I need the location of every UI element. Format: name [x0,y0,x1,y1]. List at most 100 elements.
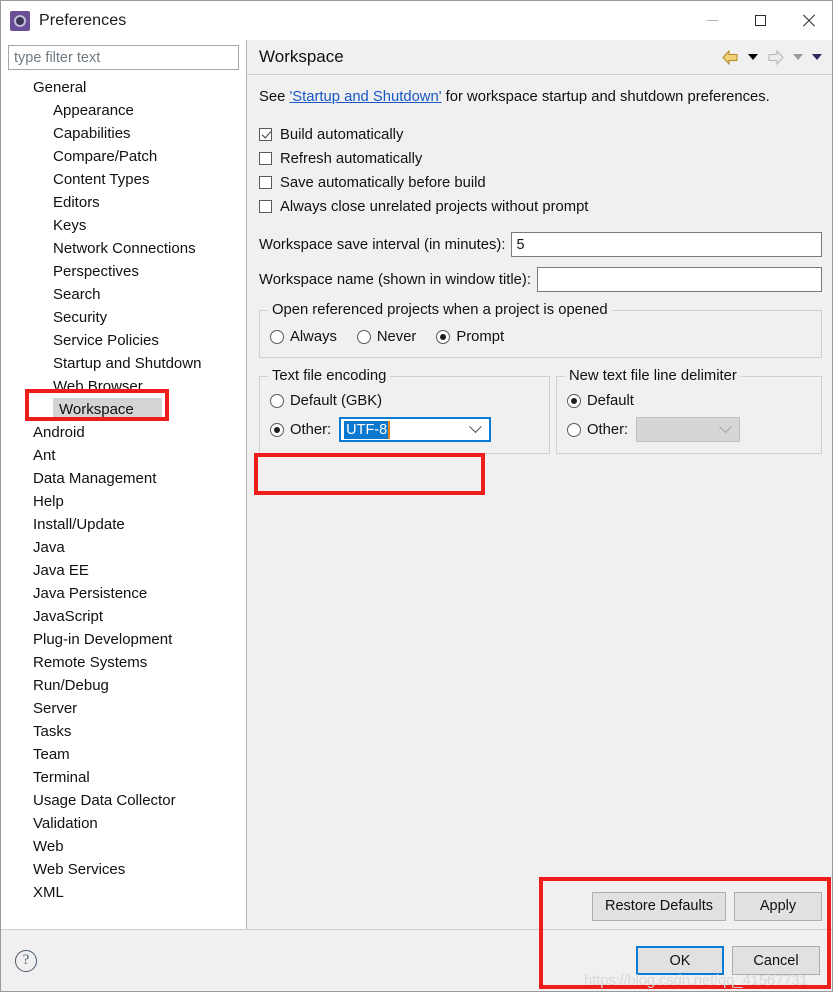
chevron-down-icon [469,420,482,434]
delimiter-other-row[interactable]: Other: [567,417,811,442]
restore-defaults-button[interactable]: Restore Defaults [592,891,726,921]
sidebar-item-web[interactable]: Web [1,835,246,858]
sidebar-item-search[interactable]: Search [1,283,246,306]
view-menu-button[interactable] [809,52,825,62]
field-list: Workspace save interval (in minutes): Wor… [259,232,822,292]
sidebar-item-java-persistence[interactable]: Java Persistence [1,582,246,605]
forward-button[interactable] [764,48,787,67]
page-body: See 'Startup and Shutdown' for workspace… [247,75,832,883]
back-history-button[interactable] [745,52,761,62]
delimiter-default-label: Default [587,392,634,409]
back-button[interactable] [719,48,742,67]
encoding-other-radio[interactable] [270,422,284,437]
sidebar-item-security[interactable]: Security [1,306,246,329]
preferences-gear-icon [10,10,30,31]
field-label: Workspace name (shown in window title): [259,271,531,288]
sidebar-item-editors[interactable]: Editors [1,191,246,214]
field-row: Workspace save interval (in minutes): [259,232,822,257]
open-referenced-radio-never[interactable] [356,329,371,344]
sidebar-item-startup-and-shutdown[interactable]: Startup and Shutdown [1,352,246,375]
open-referenced-radio-label: Prompt [456,328,505,345]
preference-page-pane: Workspace See 'Startup and Shutdown' for… [247,40,832,929]
window-controls [688,1,832,40]
open-referenced-radio-always[interactable] [270,329,284,344]
sidebar-item-help[interactable]: Help [1,490,246,513]
sidebar-item-run-debug[interactable]: Run/Debug [1,674,246,697]
sidebar-item-capabilities[interactable]: Capabilities [1,122,246,145]
delimiter-other-radio[interactable] [567,422,581,437]
sidebar-item-perspectives[interactable]: Perspectives [1,260,246,283]
minimize-button[interactable] [688,1,736,40]
cancel-button[interactable]: Cancel [732,946,820,975]
preferences-tree-pane: GeneralAppearanceCapabilitiesCompare/Pat… [1,40,247,929]
sidebar-item-plug-in-development[interactable]: Plug-in Development [1,628,246,651]
checkbox-row[interactable]: Build automatically [259,123,822,146]
apply-bar: Restore Defaults Apply [247,883,832,929]
sidebar-item-appearance[interactable]: Appearance [1,99,246,122]
workspace-name-input[interactable] [536,267,822,292]
close-icon [802,14,815,27]
sidebar-item-java[interactable]: Java [1,536,246,559]
sidebar-item-service-policies[interactable]: Service Policies [1,329,246,352]
sidebar-item-android[interactable]: Android [1,421,246,444]
maximize-button[interactable] [736,1,784,40]
checkbox-always-close-unrelated-projects-without-prompt[interactable] [259,200,272,213]
workspace-save-interval-input[interactable] [511,232,822,257]
sidebar-item-content-types[interactable]: Content Types [1,168,246,191]
sidebar-item-general[interactable]: General [1,76,246,99]
preferences-tree[interactable]: General Appearance Capabilities Compare/Pat… [1,74,246,929]
sidebar-item-web-browser[interactable]: Web Browser [1,375,246,398]
delimiter-default-radio[interactable] [567,393,581,408]
encoding-default-label: Default (GBK) [290,392,383,409]
sidebar-item-tasks[interactable]: Tasks [1,720,246,743]
encoding-other-label: Other: [290,421,332,438]
checkbox-row[interactable]: Always close unrelated projects without … [259,195,822,218]
open-referenced-radio-prompt[interactable] [436,329,451,344]
sidebar-item-terminal[interactable]: Terminal [1,766,246,789]
sidebar-item-javascript[interactable]: JavaScript [1,605,246,628]
delimiter-other-label: Other: [587,421,629,438]
startup-shutdown-link[interactable]: 'Startup and Shutdown' [289,89,441,105]
sidebar-item-network-connections[interactable]: Network Connections [1,237,246,260]
line-delimiter-group: New text file line delimiter Default Oth… [556,368,822,454]
sidebar-item-web-services[interactable]: Web Services [1,858,246,881]
sidebar-item-xml[interactable]: XML [1,881,246,904]
encoding-combo[interactable]: UTF-8 [339,417,492,442]
delimiter-default-row[interactable]: Default [567,389,811,412]
sidebar-item-compare-patch[interactable]: Compare/Patch [1,145,246,168]
chevron-down-icon [812,54,822,60]
sidebar-item-server[interactable]: Server [1,697,246,720]
sidebar-item-workspace[interactable]: Workspace [1,398,246,421]
open-referenced-radio-group: Always Never Prompt [270,325,811,348]
apply-button[interactable]: Apply [734,891,822,921]
encoding-default-radio[interactable] [270,393,284,408]
sidebar-item-java-ee[interactable]: Java EE [1,559,246,582]
checkbox-save-automatically-before-build[interactable] [259,176,272,189]
description-suffix: for workspace startup and shutdown prefe… [441,89,770,105]
page-description: See 'Startup and Shutdown' for workspace… [259,89,822,105]
help-question-icon[interactable]: ? [15,949,37,972]
checkbox-build-automatically[interactable] [259,128,272,141]
line-delimiter-legend: New text file line delimiter [565,368,741,384]
sidebar-item-remote-systems[interactable]: Remote Systems [1,651,246,674]
sidebar-item-data-management[interactable]: Data Management [1,467,246,490]
sidebar-item-validation[interactable]: Validation [1,812,246,835]
encoding-default-row[interactable]: Default (GBK) [270,389,539,412]
description-prefix: See [259,89,290,105]
checkbox-row[interactable]: Refresh automatically [259,147,822,170]
checkbox-row[interactable]: Save automatically before build [259,171,822,194]
sidebar-item-team[interactable]: Team [1,743,246,766]
sidebar-item-keys[interactable]: Keys [1,214,246,237]
forward-history-button[interactable] [790,52,806,62]
encoding-other-row[interactable]: Other: UTF-8 [270,417,539,442]
sidebar-item-label: Workspace [53,398,162,421]
checkbox-refresh-automatically[interactable] [259,152,272,165]
sidebar-item-usage-data-collector[interactable]: Usage Data Collector [1,789,246,812]
page-title: Workspace [259,47,344,66]
close-button[interactable] [784,1,832,40]
sidebar-item-install-update[interactable]: Install/Update [1,513,246,536]
filter-input[interactable] [8,45,239,70]
chevron-down-icon [719,420,732,434]
ok-button[interactable]: OK [636,946,724,975]
sidebar-item-ant[interactable]: Ant [1,444,246,467]
